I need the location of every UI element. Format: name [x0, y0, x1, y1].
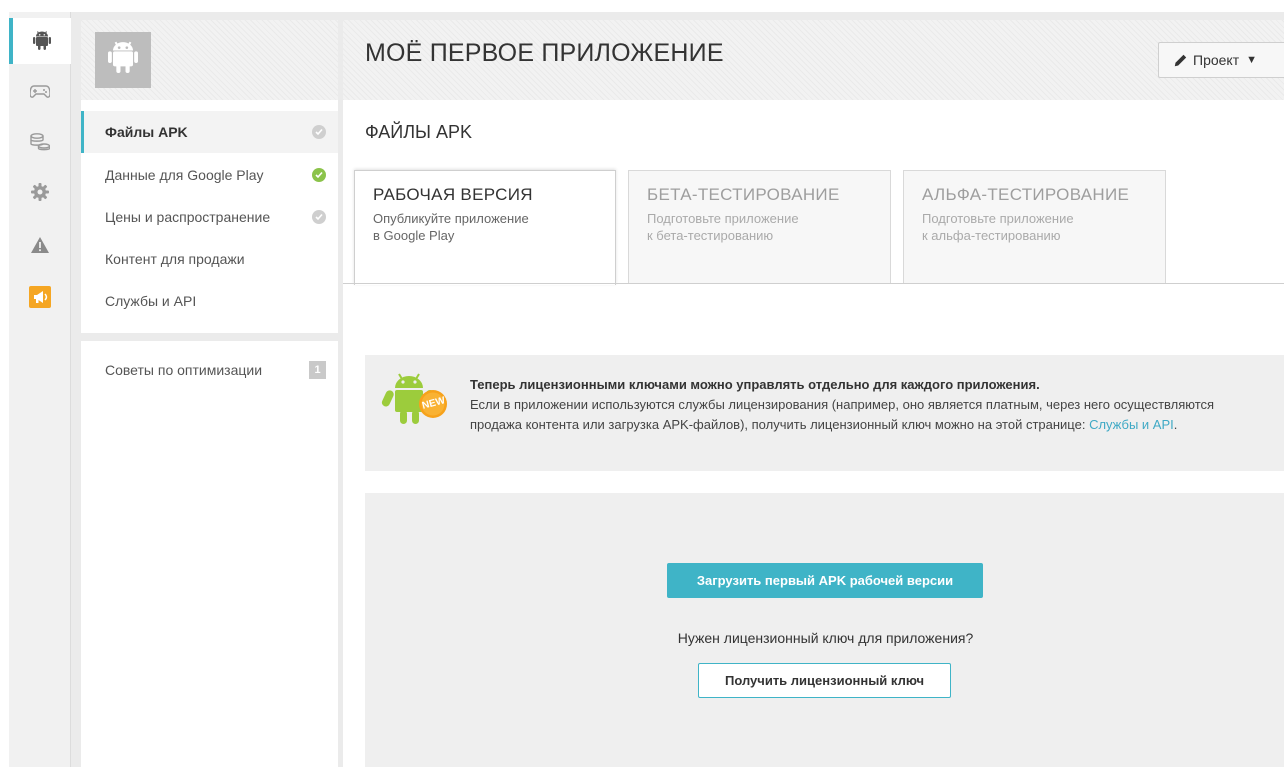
tab-description: Подготовьте приложение к альфа-тестирова…	[922, 211, 1074, 243]
tab-description: Опубликуйте приложение в Google Play	[373, 211, 529, 243]
sidebar-item-store-listing[interactable]: Данные для Google Play	[81, 154, 338, 196]
tabs-baseline	[343, 283, 1284, 284]
pencil-icon	[1174, 54, 1187, 67]
page-header: МОЁ ПЕРВОЕ ПРИЛОЖЕНИЕ Проект ▼	[343, 20, 1284, 100]
upload-area: Загрузить первый APK рабочей версии Нуже…	[365, 493, 1284, 767]
tab-production[interactable]: РАБОЧАЯ ВЕРСИЯ Опубликуйте приложение в …	[354, 170, 616, 285]
sidebar-item-in-app-products[interactable]: Контент для продажи	[81, 238, 338, 280]
status-pending-icon	[312, 125, 326, 139]
app-logo-area	[81, 20, 338, 100]
sidebar-item-apk-files[interactable]: Файлы APK	[81, 111, 338, 153]
sidebar-item-label: Советы по оптимизации	[105, 362, 263, 378]
sidebar-item-label: Службы и API	[105, 293, 197, 309]
upload-first-apk-button[interactable]: Загрузить первый APK рабочей версии	[667, 563, 983, 598]
megaphone-icon	[29, 286, 51, 308]
caret-down-icon: ▼	[1246, 54, 1258, 66]
sidebar-item-pricing[interactable]: Цены и распространение	[81, 196, 338, 238]
rail-item-alerts[interactable]	[9, 222, 71, 268]
rail-item-settings[interactable]	[9, 169, 71, 215]
app-sidebar: Файлы APK Данные для Google Play Цены и …	[81, 20, 338, 767]
android-new-icon: NEW	[381, 370, 457, 432]
section-title: ФАЙЛЫ APK	[365, 122, 472, 142]
sidebar-divider	[81, 333, 338, 341]
status-pending-icon	[312, 210, 326, 224]
coins-icon	[30, 133, 50, 151]
tab-alpha[interactable]: АЛЬФА-ТЕСТИРОВАНИЕ Подготовьте приложени…	[903, 170, 1166, 284]
main-content: ФАЙЛЫ APK РАБОЧАЯ ВЕРСИЯ Опубликуйте при…	[343, 100, 1284, 767]
notice-tail: .	[1173, 417, 1178, 432]
tab-title: АЛЬФА-ТЕСТИРОВАНИЕ	[922, 185, 1130, 204]
page-title: МОЁ ПЕРВОЕ ПРИЛОЖЕНИЕ	[365, 39, 724, 67]
gear-icon	[31, 183, 49, 201]
sidebar-item-label: Контент для продажи	[105, 251, 245, 267]
tab-title: БЕТА-ТЕСТИРОВАНИЕ	[647, 185, 840, 204]
tab-description: Подготовьте приложение к бета-тестирован…	[647, 211, 799, 243]
android-icon	[108, 41, 138, 80]
license-question: Нужен лицензионный ключ для приложения?	[677, 630, 974, 646]
rail-item-announcements[interactable]	[9, 274, 71, 320]
services-api-link[interactable]: Службы и API	[1089, 417, 1174, 432]
app-icon	[95, 32, 151, 88]
tab-title: РАБОЧАЯ ВЕРСИЯ	[373, 185, 533, 204]
gamepad-icon	[30, 85, 50, 99]
tab-beta[interactable]: БЕТА-ТЕСТИРОВАНИЕ Подготовьте приложение…	[628, 170, 891, 284]
rail-item-games[interactable]	[9, 69, 71, 115]
left-edge	[0, 0, 9, 767]
top-strip	[0, 0, 1284, 12]
count-badge: 1	[309, 361, 326, 379]
sidebar-item-optimization-tips[interactable]: Советы по оптимизации 1	[81, 349, 338, 391]
get-license-key-button[interactable]: Получить лицензионный ключ	[698, 663, 951, 698]
icon-rail	[9, 12, 71, 767]
licensing-notice: NEW Теперь лицензионными ключами можно у…	[365, 355, 1284, 471]
sidebar-item-label: Файлы APK	[105, 124, 188, 140]
rail-item-finance[interactable]	[9, 119, 71, 165]
status-ok-icon	[312, 168, 326, 182]
project-menu-button[interactable]: Проект ▼	[1158, 42, 1284, 78]
project-button-label: Проект	[1193, 52, 1240, 68]
rail-item-all-apps[interactable]	[9, 18, 71, 64]
warning-icon	[31, 237, 49, 253]
sidebar-item-label: Данные для Google Play	[105, 167, 264, 183]
notice-headline: Теперь лицензионными ключами можно управ…	[470, 377, 1040, 392]
android-icon	[33, 31, 51, 51]
notice-text: Теперь лицензионными ключами можно управ…	[470, 375, 1230, 435]
sidebar-item-label: Цены и распространение	[105, 209, 271, 225]
sidebar-item-services-api[interactable]: Службы и API	[81, 280, 338, 322]
